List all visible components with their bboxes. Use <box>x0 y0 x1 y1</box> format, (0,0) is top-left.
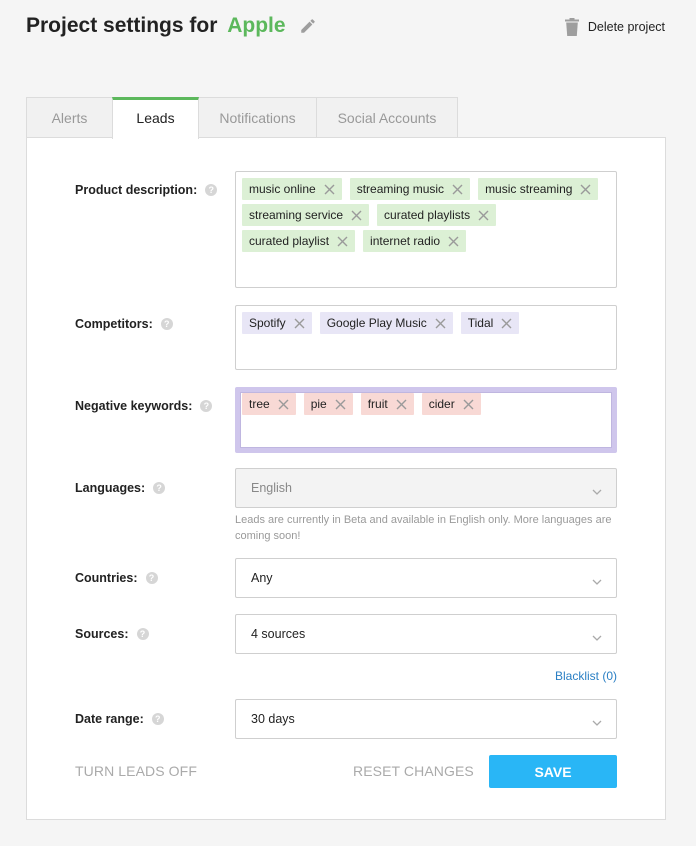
competitors-label-row: Competitors: ? <box>75 317 173 331</box>
help-icon[interactable]: ? <box>136 628 149 640</box>
remove-tag-icon[interactable] <box>294 318 305 329</box>
remove-tag-icon[interactable] <box>463 399 474 410</box>
negative-keywords-tag-list: tree pie fruit cider <box>240 392 612 448</box>
remove-tag-icon[interactable] <box>452 184 463 195</box>
remove-tag-icon[interactable] <box>501 318 512 329</box>
tab-social-accounts[interactable]: Social Accounts <box>316 97 458 138</box>
languages-value: English <box>251 481 292 495</box>
remove-tag-icon[interactable] <box>580 184 591 195</box>
delete-project-label: Delete project <box>587 20 665 34</box>
tag-chip: music streaming <box>478 178 599 200</box>
negative-keywords-label-row: Negative keywords: ? <box>75 399 213 413</box>
competitors-label: Competitors: <box>75 317 153 331</box>
countries-label: Countries: <box>75 571 138 585</box>
tag-chip: cider <box>421 393 481 415</box>
page-title: Project settings for Apple <box>26 14 317 41</box>
help-icon[interactable]: ? <box>153 482 166 494</box>
delete-project-button[interactable]: Delete project <box>564 18 665 36</box>
tag-chip: Google Play Music <box>319 312 453 334</box>
product-description-label: Product description: <box>75 183 198 197</box>
blacklist-link[interactable]: Blacklist (0) <box>555 669 617 683</box>
negative-keywords-label: Negative keywords: <box>75 399 193 413</box>
tag-chip: streaming music <box>349 178 471 200</box>
save-button[interactable]: SAVE <box>489 755 617 788</box>
help-icon[interactable]: ? <box>160 318 173 330</box>
tag-label: streaming music <box>356 182 445 196</box>
tag-label: streaming service <box>249 208 344 222</box>
tag-label: Spotify <box>249 316 286 330</box>
leads-settings-panel: Product description: ? music online stre… <box>26 137 666 820</box>
chevron-down-icon <box>592 484 602 498</box>
tag-chip: curated playlist <box>242 230 356 252</box>
remove-tag-icon[interactable] <box>335 399 346 410</box>
project-name: Apple <box>227 14 286 37</box>
remove-tag-icon[interactable] <box>396 399 407 410</box>
tag-chip: internet radio <box>363 230 467 252</box>
tag-label: tree <box>249 397 270 411</box>
tag-label: curated playlists <box>384 208 471 222</box>
tag-chip: Spotify <box>242 312 312 334</box>
help-icon[interactable]: ? <box>151 713 164 725</box>
tag-label: Tidal <box>467 316 494 330</box>
tag-label: cider <box>428 397 455 411</box>
tab-notifications[interactable]: Notifications <box>198 97 317 138</box>
tag-chip: fruit <box>360 393 414 415</box>
remove-tag-icon[interactable] <box>435 318 446 329</box>
remove-tag-icon[interactable] <box>478 210 489 221</box>
tab-bar: Alerts Leads Notifications Social Accoun… <box>26 97 458 139</box>
pencil-icon[interactable] <box>299 17 317 41</box>
sources-value: 4 sources <box>251 627 306 641</box>
tag-label: pie <box>310 397 327 411</box>
negative-keywords-tag-input[interactable]: tree pie fruit cider <box>235 387 617 453</box>
page-header: Project settings for Apple Delete projec… <box>26 14 670 44</box>
tag-chip: music online <box>242 178 342 200</box>
tag-chip: curated playlists <box>377 204 497 226</box>
trash-icon <box>564 18 579 36</box>
languages-label: Languages: <box>75 481 146 495</box>
help-icon[interactable]: ? <box>200 400 213 412</box>
title-prefix: Project settings for <box>26 14 218 37</box>
product-description-label-row: Product description: ? <box>75 183 218 197</box>
tag-chip: pie <box>303 393 353 415</box>
chevron-down-icon <box>592 715 602 729</box>
tag-label: music streaming <box>485 182 573 196</box>
tag-label: fruit <box>367 397 388 411</box>
sources-label-row: Sources: ? <box>75 627 149 641</box>
tab-leads[interactable]: Leads <box>112 97 199 139</box>
tag-label: internet radio <box>370 234 441 248</box>
tag-label: curated playlist <box>249 234 330 248</box>
tab-alerts[interactable]: Alerts <box>26 97 113 138</box>
product-description-tag-input[interactable]: music online streaming music music strea… <box>235 171 617 288</box>
tag-label: music online <box>249 182 316 196</box>
remove-tag-icon[interactable] <box>278 399 289 410</box>
sources-label: Sources: <box>75 627 129 641</box>
tag-chip: streaming service <box>242 204 370 226</box>
help-icon[interactable]: ? <box>205 184 218 196</box>
remove-tag-icon[interactable] <box>448 236 459 247</box>
languages-label-row: Languages: ? <box>75 481 166 495</box>
turn-leads-off-button[interactable]: TURN LEADS OFF <box>75 763 197 779</box>
countries-label-row: Countries: ? <box>75 571 158 585</box>
date-range-value: 30 days <box>251 712 295 726</box>
countries-select[interactable]: Any <box>235 558 617 598</box>
countries-value: Any <box>251 571 273 585</box>
tag-chip: tree <box>242 393 296 415</box>
remove-tag-icon[interactable] <box>351 210 362 221</box>
reset-changes-button[interactable]: RESET CHANGES <box>353 763 474 779</box>
help-icon[interactable]: ? <box>145 572 158 584</box>
languages-note: Leads are currently in Beta and availabl… <box>235 514 612 542</box>
languages-select: English <box>235 468 617 508</box>
remove-tag-icon[interactable] <box>324 184 335 195</box>
sources-select[interactable]: 4 sources <box>235 614 617 654</box>
chevron-down-icon <box>592 574 602 588</box>
date-range-label-row: Date range: ? <box>75 712 164 726</box>
chevron-down-icon <box>592 630 602 644</box>
remove-tag-icon[interactable] <box>337 236 348 247</box>
competitors-tag-input[interactable]: Spotify Google Play Music Tidal <box>235 305 617 370</box>
tag-label: Google Play Music <box>326 316 427 330</box>
date-range-select[interactable]: 30 days <box>235 699 617 739</box>
date-range-label: Date range: <box>75 712 144 726</box>
tag-chip: Tidal <box>460 312 520 334</box>
